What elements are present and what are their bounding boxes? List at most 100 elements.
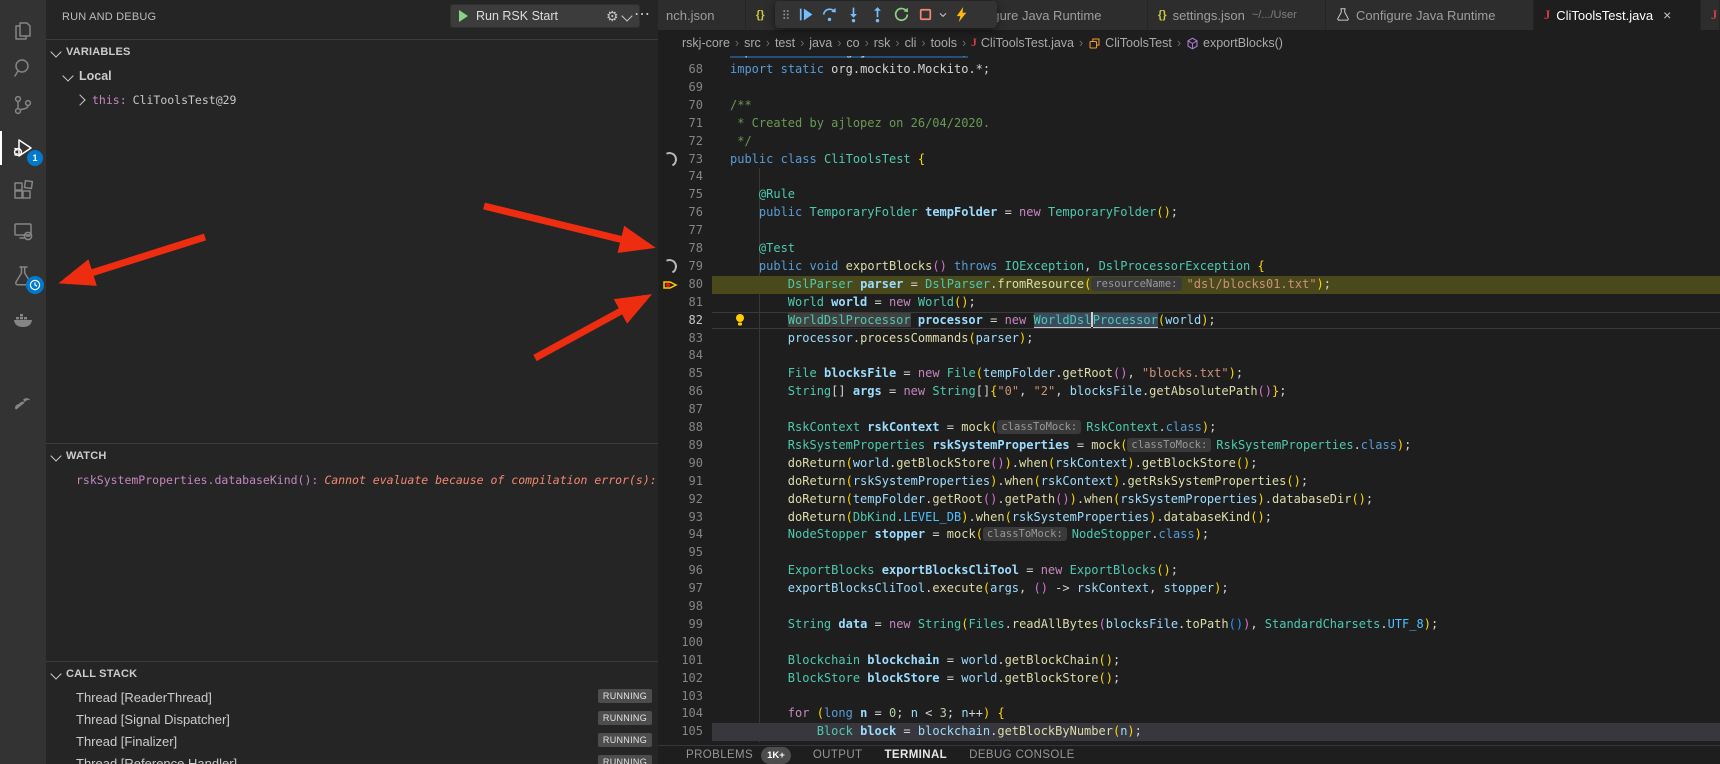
continue-button[interactable] [793,3,817,27]
test-running-spinner-icon[interactable] [661,152,678,168]
code-line[interactable]: 83 processor.processCommands(parser); [658,330,1720,348]
code-line[interactable]: 73public class CliToolsTest { [658,151,1720,169]
code-line[interactable]: 70/** [658,97,1720,115]
watch-section-header[interactable]: WATCH [46,444,658,468]
tab-configure-java-runtime-2[interactable]: Configure Java Runtime [1326,0,1534,30]
code-line[interactable]: 95 [658,544,1720,562]
code-line[interactable]: 87 [658,401,1720,419]
code-line[interactable]: 99 String data = new String(Files.readAl… [658,616,1720,634]
line-number[interactable]: 93 [658,509,703,527]
testing-icon[interactable] [0,256,46,296]
line-number[interactable]: 90 [658,455,703,473]
start-debug-icon[interactable] [459,10,468,22]
run-and-debug-icon[interactable]: 1 [0,128,46,168]
stop-dropdown-chevron-icon[interactable] [937,3,949,27]
code-line[interactable]: 69 [658,79,1720,97]
more-actions-icon[interactable]: ⋯ [634,4,650,24]
code-line[interactable]: 79 public void exportBlocks() throws IOE… [658,258,1720,276]
tab-settings-json[interactable]: {} settings.json ~/.../User [1148,0,1326,30]
explorer-icon[interactable] [0,11,46,51]
code-line[interactable]: 84 [658,347,1720,365]
line-number[interactable]: 68 [658,61,703,79]
line-number[interactable]: 95 [658,544,703,562]
breadcrumb-item[interactable]: src [744,36,761,50]
code-line[interactable]: 72 */ [658,133,1720,151]
current-statement-breakpoint-icon[interactable] [661,277,678,293]
line-number[interactable]: 99 [658,616,703,634]
line-number[interactable]: 78 [658,240,703,258]
search-icon[interactable] [0,48,46,88]
code-line[interactable]: 86 String[] args = new String[]{"0", "2"… [658,383,1720,401]
code-line[interactable]: 103 [658,688,1720,706]
line-number[interactable]: 85 [658,365,703,383]
code-area[interactable]: 67import static org.junit.Assert.*;68imp… [658,0,1720,745]
call-stack-thread[interactable]: Thread [Finalizer]RUNNING [46,730,658,752]
line-number[interactable]: 92 [658,491,703,509]
line-number[interactable]: 69 [658,79,703,97]
breadcrumb-item[interactable]: rskj-core [682,36,730,50]
breadcrumb-item[interactable]: co [846,36,859,50]
code-line[interactable]: 77 [658,222,1720,240]
line-number[interactable]: 75 [658,186,703,204]
source-control-icon[interactable] [0,85,46,125]
tab-problems[interactable]: PROBLEMS 1K+ [686,747,791,764]
line-number[interactable]: 96 [658,562,703,580]
call-stack-thread[interactable]: Thread [Reference Handler]RUNNING [46,752,658,764]
stop-button[interactable] [913,3,937,27]
code-line[interactable]: 75 @Rule [658,186,1720,204]
line-number[interactable]: 88 [658,419,703,437]
line-number[interactable]: 84 [658,347,703,365]
breadcrumb-item[interactable]: test [775,36,795,50]
line-number[interactable]: 94 [658,526,703,544]
line-number[interactable]: 76 [658,204,703,222]
docker-icon[interactable] [0,300,46,340]
code-line[interactable]: 85 File blocksFile = new File(tempFolder… [658,365,1720,383]
line-number[interactable]: 81 [658,294,703,312]
line-number[interactable]: 83 [658,330,703,348]
code-line[interactable]: 88 RskContext rskContext = mock(classToM… [658,419,1720,437]
code-line[interactable]: 71 * Created by ajlopez on 26/04/2020. [658,115,1720,133]
code-line[interactable]: 100 [658,634,1720,652]
step-into-button[interactable] [841,3,865,27]
line-number[interactable]: 105 [658,723,703,741]
line-number[interactable]: 104 [658,705,703,723]
code-line[interactable]: 81 World world = new World(); [658,294,1720,312]
code-line[interactable]: 97 exportBlocksCliTool.execute(args, () … [658,580,1720,598]
code-line[interactable]: 76 public TemporaryFolder tempFolder = n… [658,204,1720,222]
code-line[interactable]: 68import static org.mockito.Mockito.*; [658,61,1720,79]
line-number[interactable]: 100 [658,634,703,652]
breadcrumb-item[interactable]: java [809,36,832,50]
restart-button[interactable] [889,3,913,27]
tab-debug-console[interactable]: DEBUG CONSOLE [969,749,1075,761]
line-number[interactable]: 86 [658,383,703,401]
variable-this[interactable]: this: CliToolsTest@29 [46,88,658,112]
gradle-icon[interactable] [0,384,46,424]
breadcrumb-item[interactable]: tools [931,36,957,50]
code-line[interactable]: 82 WorldDslProcessor processor = new Wor… [658,312,1720,330]
code-line[interactable]: 105 Block block = blockchain.getBlockByN… [658,723,1720,741]
code-line[interactable]: 74 [658,168,1720,186]
call-stack-thread[interactable]: Thread [ReaderThread]RUNNING [46,686,658,708]
line-number[interactable]: 89 [658,437,703,455]
drag-handle-icon[interactable] [779,3,793,27]
tab-output[interactable]: OUTPUT [813,749,863,761]
line-number[interactable]: 77 [658,222,703,240]
tab-partial[interactable]: J [1701,0,1720,30]
code-line[interactable]: 98 [658,598,1720,616]
variables-section-header[interactable]: VARIABLES [46,40,658,64]
code-line[interactable]: 102 BlockStore blockStore = world.getBlo… [658,670,1720,688]
code-line[interactable]: 92 doReturn(tempFolder.getRoot().getPath… [658,491,1720,509]
line-number[interactable]: 91 [658,473,703,491]
breadcrumb-item[interactable]: JCliToolsTest.java [971,36,1074,50]
line-number[interactable]: 103 [658,688,703,706]
remote-explorer-icon[interactable] [0,211,46,251]
call-stack-thread[interactable]: Thread [Signal Dispatcher]RUNNING [46,708,658,730]
variables-scope-local[interactable]: Local [46,64,658,88]
call-stack-section-header[interactable]: CALL STACK [46,662,658,686]
code-line[interactable]: 94 NodeStopper stopper = mock(classToMoc… [658,526,1720,544]
tab-clitoolstest-java[interactable]: J CliToolsTest.java × [1534,0,1701,30]
line-number[interactable]: 97 [658,580,703,598]
tab-launch-json[interactable]: nch.json [658,0,746,30]
code-line[interactable]: 78 @Test [658,240,1720,258]
watch-expression[interactable]: rskSystemProperties.databaseKind(): Cann… [46,468,658,492]
